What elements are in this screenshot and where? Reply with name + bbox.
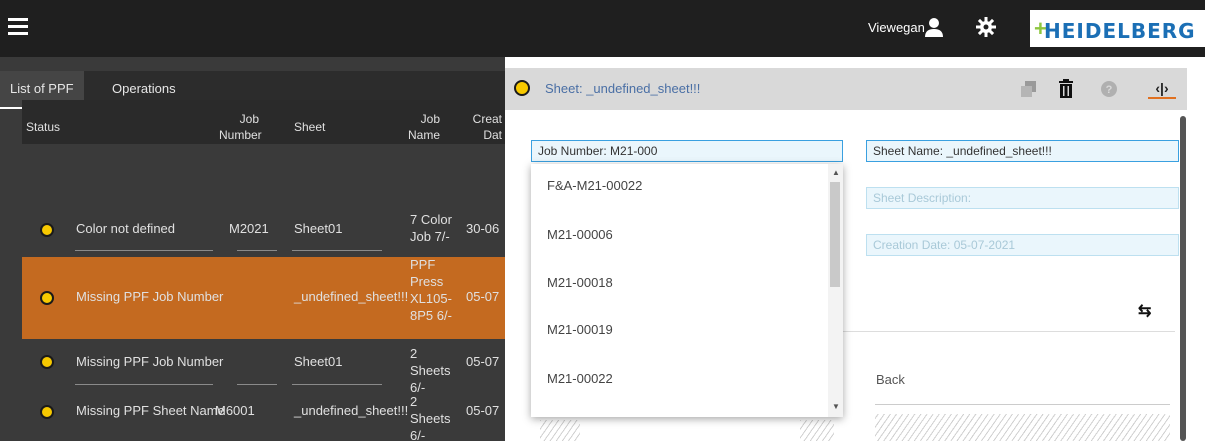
table-row[interactable]: Missing PPF Job Number Sheet01 2 Sheets …: [22, 339, 505, 395]
row-divider: [237, 250, 277, 251]
dropdown-option[interactable]: M21-00022: [547, 371, 613, 386]
status-icon: [40, 355, 54, 369]
heidelberg-logo: + HEIDELBERG: [1030, 10, 1205, 47]
table-row[interactable]: Missing PPF Sheet Name M6001 _undefined_…: [22, 391, 505, 441]
top-bar: Viewegan + HEIDELBERG: [0, 0, 1205, 57]
status-icon: [40, 223, 54, 237]
status-text: Missing PPF Job Number: [76, 289, 224, 304]
row-divider: [292, 384, 382, 385]
creation-date-cell: 05-07: [466, 403, 500, 418]
sheet-description-field[interactable]: Sheet Description:: [866, 187, 1179, 209]
scroll-up-icon[interactable]: ▲: [831, 168, 841, 178]
row-divider: [237, 384, 277, 385]
sheet-name-field[interactable]: Sheet Name: _undefined_sheet!!!: [866, 140, 1179, 162]
table-row-selected[interactable]: Missing PPF Job Number _undefined_sheet!…: [22, 257, 505, 339]
dropdown-option[interactable]: M21-00019: [547, 322, 613, 337]
row-divider: [75, 250, 213, 251]
row-divider: [292, 250, 382, 251]
user-icon[interactable]: [923, 16, 945, 38]
scroll-down-icon[interactable]: ▼: [831, 402, 841, 412]
status-icon: [40, 291, 54, 305]
trash-icon[interactable]: [1056, 78, 1076, 100]
column-status[interactable]: Status: [26, 119, 60, 135]
job-number-cell: M2021: [229, 221, 269, 236]
column-job-name[interactable]: Job Name: [402, 111, 440, 143]
job-name-cell: 7 Color Job 7/-: [410, 212, 452, 244]
creation-date-cell: 30-06: [466, 221, 500, 236]
username[interactable]: Viewegan: [868, 20, 925, 35]
gear-icon[interactable]: [975, 16, 997, 38]
copy-icon[interactable]: [1019, 78, 1039, 100]
column-job-number[interactable]: Job Number: [219, 111, 262, 143]
panel-scrollbar[interactable]: [1180, 116, 1186, 441]
dropdown-option[interactable]: M21-00006: [547, 227, 613, 242]
back-label: Back: [876, 372, 905, 387]
sheet-title: Sheet: _undefined_sheet!!!: [545, 81, 701, 96]
sheet-detail-header: Sheet: _undefined_sheet!!! ? ‹|›: [505, 68, 1187, 110]
hatched-preview: [800, 420, 834, 441]
job-number-field[interactable]: Job Number: M21-000: [531, 140, 843, 162]
status-text: Color not defined: [76, 221, 176, 236]
dropdown-scrollbar-thumb[interactable]: [830, 182, 840, 287]
status-icon: [40, 405, 54, 419]
column-creation-date[interactable]: Creat Dat: [462, 111, 502, 143]
svg-text:?: ?: [1106, 84, 1113, 96]
creation-date-field[interactable]: Creation Date: 05-07-2021: [866, 234, 1179, 256]
job-name-cell: 2 Sheets 6/-: [410, 394, 451, 441]
sheet-cell: _undefined_sheet!!!: [294, 403, 409, 418]
hamburger-menu-icon[interactable]: [8, 18, 28, 36]
job-number-cell: M6001: [215, 403, 255, 418]
section-divider: [835, 331, 1175, 332]
table-row[interactable]: Color not defined M2021 Sheet01 7 Color …: [22, 203, 505, 257]
job-name-cell: PPF Press XL105-8P5 6/-: [410, 257, 452, 323]
dropdown-option[interactable]: M21-00018: [547, 275, 613, 290]
creation-date-cell: 05-07: [466, 354, 500, 369]
job-name-cell: 2 Sheets 6/-: [410, 346, 451, 395]
sheet-cell: Sheet01: [294, 221, 343, 236]
hatched-preview: [875, 414, 1170, 441]
dropdown-option[interactable]: F&A-M21-00022: [547, 178, 642, 193]
creation-date-cell: 05-07: [466, 289, 500, 304]
job-number-dropdown[interactable]: F&A-M21-00022 M21-00006 M21-00018 M21-00…: [531, 164, 843, 417]
table-header: Status Job Number Sheet Job Name Creat D…: [22, 100, 505, 144]
help-icon[interactable]: ?: [1099, 78, 1119, 100]
row-divider: [75, 384, 213, 385]
collapse-panel-icon[interactable]: ‹|›: [1148, 77, 1176, 99]
sheet-cell: _undefined_sheet!!!: [294, 289, 409, 304]
hatched-preview: [540, 420, 580, 441]
sheet-cell: Sheet01: [294, 354, 343, 369]
status-icon: [514, 80, 530, 96]
swap-icon[interactable]: ⇆: [1138, 301, 1164, 321]
status-text: Missing PPF Sheet Name: [76, 403, 225, 418]
column-sheet[interactable]: Sheet: [294, 119, 325, 135]
status-text: Missing PPF Job Number: [76, 354, 224, 369]
back-underline: [875, 404, 1170, 405]
